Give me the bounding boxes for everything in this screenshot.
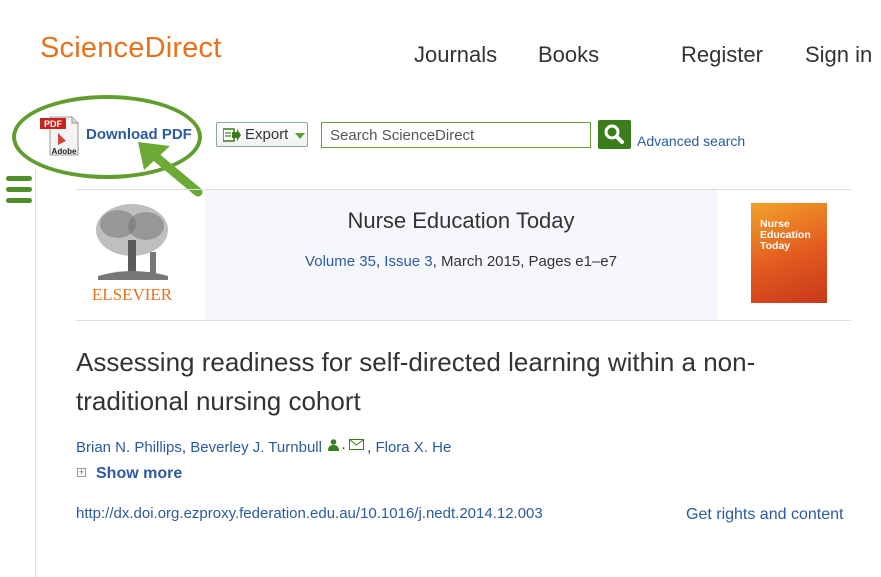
- search-button[interactable]: [598, 120, 631, 149]
- export-label: Export: [245, 126, 289, 143]
- elsevier-logo[interactable]: ELSEVIER: [84, 200, 180, 304]
- issue-link[interactable]: Issue 3: [384, 253, 432, 270]
- author-link[interactable]: Brian N. Phillips: [76, 439, 182, 456]
- person-icon[interactable]: [328, 439, 340, 451]
- plus-icon[interactable]: +: [77, 468, 86, 477]
- show-more-link[interactable]: Show more: [96, 465, 182, 483]
- article-title: Assessing readiness for self-directed le…: [76, 347, 756, 416]
- export-button[interactable]: Export: [216, 122, 308, 147]
- nav-sign-in[interactable]: Sign in: [805, 42, 872, 68]
- doi-link[interactable]: http://dx.doi.org.ezproxy.federation.edu…: [76, 505, 543, 522]
- date-pages: , March 2015, Pages e1–e7: [432, 253, 617, 270]
- divider: [35, 170, 36, 577]
- pointer-arrow: [138, 142, 203, 197]
- author-link[interactable]: Flora X. He: [375, 439, 451, 456]
- mail-icon[interactable]: [349, 439, 365, 450]
- rights-link[interactable]: Get rights and content: [686, 506, 843, 524]
- nav-journals[interactable]: Journals: [414, 42, 497, 68]
- advanced-search-link[interactable]: Advanced search: [637, 133, 745, 149]
- chevron-down-icon: [295, 133, 305, 139]
- search-input[interactable]: [321, 122, 591, 148]
- publisher-name: ELSEVIER: [92, 285, 173, 304]
- menu-icon[interactable]: [6, 176, 32, 204]
- sciencedirect-logo[interactable]: ScienceDirect: [40, 32, 222, 65]
- author-list: Brian N. Phillips, Beverley J. Turnbull …: [76, 439, 452, 456]
- volume-link[interactable]: Volume 35: [305, 253, 376, 270]
- journal-title[interactable]: Nurse Education Today: [205, 208, 717, 234]
- search-icon: [604, 124, 624, 144]
- author-link[interactable]: Beverley J. Turnbull: [190, 439, 322, 456]
- cover-title: Nurse Education Today: [760, 218, 811, 252]
- export-icon: [223, 128, 241, 142]
- divider: [76, 320, 851, 321]
- journal-cover[interactable]: Nurse Education Today: [751, 203, 827, 303]
- issue-info: Volume 35, Issue 3, March 2015, Pages e1…: [305, 253, 617, 270]
- nav-register[interactable]: Register: [681, 42, 763, 68]
- nav-books[interactable]: Books: [538, 42, 599, 68]
